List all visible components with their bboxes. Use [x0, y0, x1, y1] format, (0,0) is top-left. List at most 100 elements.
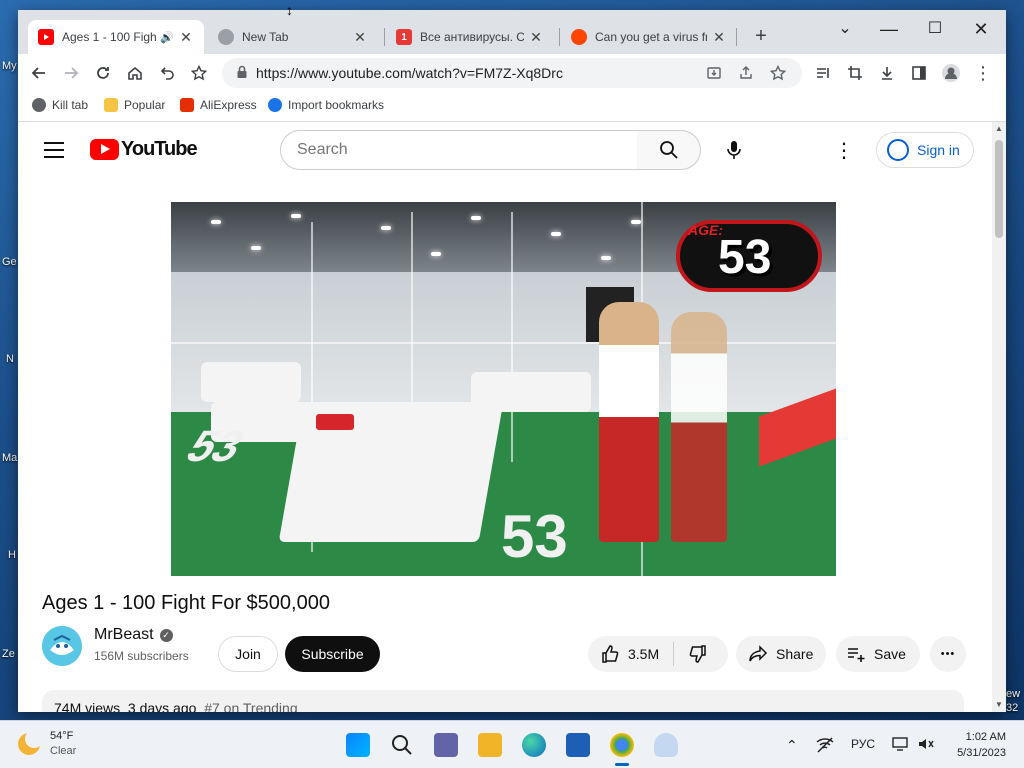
channel-avatar[interactable] [42, 626, 82, 666]
start-windows-icon[interactable] [346, 733, 370, 757]
site-favicon-icon: 1 [396, 29, 412, 45]
bookmark-star-icon[interactable] [186, 60, 212, 86]
subscribe-button[interactable]: Subscribe [285, 636, 380, 672]
like-count[interactable]: 3.5M [628, 646, 659, 662]
microsoft-store-icon[interactable] [566, 733, 590, 757]
forward-button[interactable] [58, 60, 84, 86]
desktop-label[interactable]: ew [1006, 688, 1020, 700]
add-to-playlist-icon [846, 644, 866, 664]
search-icon[interactable] [390, 733, 414, 757]
crop-screenshot-icon[interactable] [842, 60, 868, 86]
globe-icon [32, 98, 46, 112]
edge-browser-icon[interactable] [522, 733, 546, 757]
maximize-button[interactable]: ☐ [912, 14, 958, 44]
new-tab-button[interactable]: + [748, 24, 774, 50]
scroll-up-arrow-icon[interactable]: ▲ [992, 122, 1006, 136]
bookmark-kill-tab[interactable]: Kill tab [32, 98, 88, 112]
show-hidden-icons-chevron-icon[interactable]: ⌃ [786, 737, 798, 754]
desktop-label[interactable]: N [6, 353, 14, 365]
lock-icon[interactable] [234, 65, 250, 81]
undo-close-tab-button[interactable] [154, 60, 180, 86]
bookmark-aliexpress[interactable]: AliExpress [180, 98, 257, 112]
trending-rank[interactable]: #7 on Trending [204, 700, 297, 712]
join-button[interactable]: Join [218, 636, 278, 672]
video-scene-light [631, 220, 641, 224]
page-scrollbar[interactable]: ▲ ▼ [992, 122, 1006, 712]
install-app-icon[interactable] [706, 65, 722, 81]
desktop-label[interactable]: Ze [2, 648, 15, 660]
thumbs-down-icon[interactable] [688, 644, 708, 664]
desktop-label[interactable]: Ge [2, 256, 17, 268]
folder-icon [104, 98, 118, 112]
address-bar[interactable]: https://www.youtube.com/watch?v=FM7Z-Xq8… [222, 58, 802, 88]
back-button[interactable] [26, 60, 52, 86]
settings-menu-icon[interactable]: ⋮ [832, 138, 856, 162]
sign-in-button[interactable]: Sign in [876, 132, 974, 168]
system-clock[interactable]: 1:02 AM 5/31/2023 [948, 729, 1006, 761]
downloads-icon[interactable] [874, 60, 900, 86]
tab-search-dropdown-icon[interactable]: ⌄ [822, 14, 868, 44]
home-button[interactable] [122, 60, 148, 86]
tab-close-icon[interactable]: ✕ [528, 29, 544, 46]
side-panel-icon[interactable] [906, 60, 932, 86]
tab-new-tab[interactable]: New Tab ✕ [208, 20, 378, 54]
scrollbar-thumb[interactable] [995, 140, 1003, 238]
bookmark-import[interactable]: Import bookmarks [268, 98, 384, 112]
age-badge-value: 53 [718, 231, 772, 284]
more-actions-button[interactable]: ••• [930, 636, 966, 672]
tab-youtube[interactable]: Ages 1 - 100 Figh 🔊 ✕ [28, 20, 204, 54]
bookmark-popular[interactable]: Popular [104, 98, 165, 112]
reddit-favicon-icon [571, 29, 587, 45]
speaker-muted-icon[interactable] [918, 737, 934, 754]
close-window-button[interactable]: ✕ [958, 14, 1004, 44]
chrome-browser-icon[interactable] [610, 733, 634, 757]
channel-name-text[interactable]: MrBeast [94, 626, 154, 644]
share-page-icon[interactable] [738, 65, 754, 81]
hamburger-menu-icon[interactable] [44, 142, 64, 158]
youtube-logo[interactable]: YouTube [90, 138, 198, 161]
teams-chat-icon[interactable] [434, 733, 458, 757]
reload-button[interactable] [90, 60, 116, 86]
app-pinned-icon[interactable] [654, 733, 678, 757]
account-icon [887, 139, 909, 161]
tab-separator [384, 28, 385, 46]
tab-close-icon[interactable]: ✕ [178, 29, 194, 46]
profile-avatar-icon[interactable] [938, 60, 964, 86]
search-button[interactable] [637, 130, 701, 170]
display-icon[interactable] [892, 737, 908, 754]
tab-close-icon[interactable]: ✕ [711, 29, 727, 46]
reading-list-icon[interactable] [810, 60, 836, 86]
glass-panel [171, 342, 836, 344]
file-explorer-icon[interactable] [478, 733, 502, 757]
bookmark-page-star-icon[interactable] [769, 64, 787, 81]
voice-search-button[interactable] [714, 130, 754, 170]
tab-close-icon[interactable]: ✕ [352, 29, 368, 46]
description-box[interactable]: 74M views 3 days ago #7 on Trending [42, 690, 964, 712]
channel-name[interactable]: MrBeast ✓ [94, 626, 173, 644]
weather-widget[interactable]: 54°F Clear [18, 729, 76, 759]
save-button[interactable]: Save [836, 636, 920, 672]
desktop-label[interactable]: H [8, 549, 16, 561]
browser-menu-icon[interactable]: ⋮ [970, 60, 996, 86]
resize-cursor-icon: ↕ [286, 2, 293, 18]
tab-reddit[interactable]: Can you get a virus fr ✕ [561, 20, 737, 54]
network-icon[interactable] [816, 737, 834, 756]
desktop-label[interactable]: Ma [2, 452, 17, 464]
weather-condition: Clear [50, 745, 77, 757]
thumbs-up-icon[interactable] [600, 644, 620, 664]
desktop-label[interactable]: My [2, 60, 17, 72]
scroll-down-arrow-icon[interactable]: ▼ [992, 698, 1006, 712]
bed [201, 362, 301, 402]
share-button[interactable]: Share [736, 636, 826, 672]
search-input[interactable]: Search [280, 130, 638, 170]
minimize-button[interactable]: — [866, 14, 912, 44]
video-player[interactable]: 53 53 AGE: 53 [171, 202, 836, 576]
tab-antivirus[interactable]: 1 Все антивирусы. Ска ✕ [386, 20, 554, 54]
audio-playing-icon[interactable]: 🔊 [160, 31, 174, 44]
upload-age: 3 days ago [127, 700, 197, 712]
tab-title: Ages 1 - 100 Figh [62, 30, 157, 44]
input-language-indicator[interactable]: РУС [851, 737, 875, 751]
url-text[interactable]: https://www.youtube.com/watch?v=FM7Z-Xq8… [256, 65, 563, 81]
desktop-label[interactable]: 32 [1006, 702, 1018, 714]
glass-panel [511, 212, 513, 462]
